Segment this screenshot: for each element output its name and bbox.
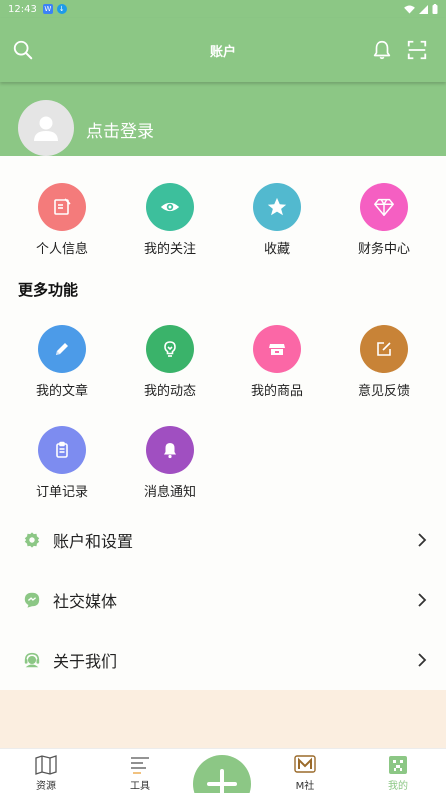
eye-icon [146,183,194,231]
bell-icon[interactable] [370,38,394,62]
feedback-edit-icon [360,325,408,373]
status-bar: 12:43 W ↓ [0,0,446,18]
login-link[interactable]: 点击登录 [86,117,154,142]
menu-label: 账户和设置 [53,532,134,551]
diamond-icon [360,183,408,231]
quick-action-profile-info[interactable]: 个人信息 [8,183,116,257]
function-my-products[interactable]: 我的商品 [223,325,331,399]
quick-action-label: 我的关注 [143,242,196,257]
app-header: 账户 [0,18,446,82]
quick-action-label: 个人信息 [35,242,88,257]
content-card: 个人信息 我的关注 收藏 财务中心 更多功能 我的文章 我的动态 我的商品 意见… [0,156,446,690]
nav-label: 我的 [388,781,408,792]
nav-label: M社 [295,781,315,792]
clipboard-icon [38,426,86,474]
function-my-updates[interactable]: 我的动态 [116,325,224,399]
nav-resources[interactable]: 资源 [16,755,76,792]
nav-mine[interactable]: 我的 [368,755,428,792]
menu-social-media[interactable]: 社交媒体 [0,570,446,630]
function-label: 我的文章 [35,384,88,399]
chat-icon [22,590,42,610]
menu-account-settings[interactable]: 账户和设置 [0,510,446,570]
quick-action-finance[interactable]: 财务中心 [330,183,438,257]
nav-tools[interactable]: 工具 [110,755,170,792]
function-my-articles[interactable]: 我的文章 [8,325,116,399]
function-label: 订单记录 [35,485,88,500]
profile-section: 点击登录 [0,82,446,156]
menu-label: 社交媒体 [53,592,118,611]
m-community-icon [294,755,316,773]
function-label: 意见反馈 [357,384,410,399]
profile-face-icon [389,756,407,774]
chevron-right-icon [416,650,428,670]
function-feedback[interactable]: 意见反馈 [330,325,438,399]
function-label: 我的动态 [143,384,196,399]
quick-action-label: 收藏 [263,242,290,257]
notification-app-icon: W [42,4,53,14]
quick-action-favorites[interactable]: 收藏 [223,183,331,257]
map-icon [35,755,57,775]
menu-label: 关于我们 [53,652,118,671]
status-time: 12:43 [8,3,37,15]
battery-icon [432,4,438,14]
nav-label: 工具 [130,781,150,792]
signal-icon [419,4,428,14]
nav-label: 资源 [36,781,56,792]
download-icon: ↓ [56,4,67,14]
support-agent-icon [22,650,42,670]
section-title: 更多功能 [18,281,79,299]
menu-about-us[interactable]: 关于我们 [0,630,446,690]
pencil-icon [38,325,86,373]
quick-action-following[interactable]: 我的关注 [116,183,224,257]
chevron-right-icon [416,530,428,550]
wifi-icon [404,4,415,14]
function-label: 消息通知 [143,485,196,500]
edit-document-icon [38,183,86,231]
function-label: 我的商品 [250,384,303,399]
quick-action-label: 财务中心 [357,242,410,257]
scan-icon[interactable] [405,38,429,62]
plus-icon [207,769,237,793]
store-icon [253,325,301,373]
nav-m-community[interactable]: M社 [275,755,335,792]
avatar[interactable] [18,100,74,156]
chevron-right-icon [416,590,428,610]
star-icon [253,183,301,231]
gear-icon [22,530,42,550]
lightbulb-icon [146,325,194,373]
bell-icon [146,426,194,474]
function-order-records[interactable]: 订单记录 [8,426,116,500]
function-notifications[interactable]: 消息通知 [116,426,224,500]
tools-icon [131,757,149,774]
